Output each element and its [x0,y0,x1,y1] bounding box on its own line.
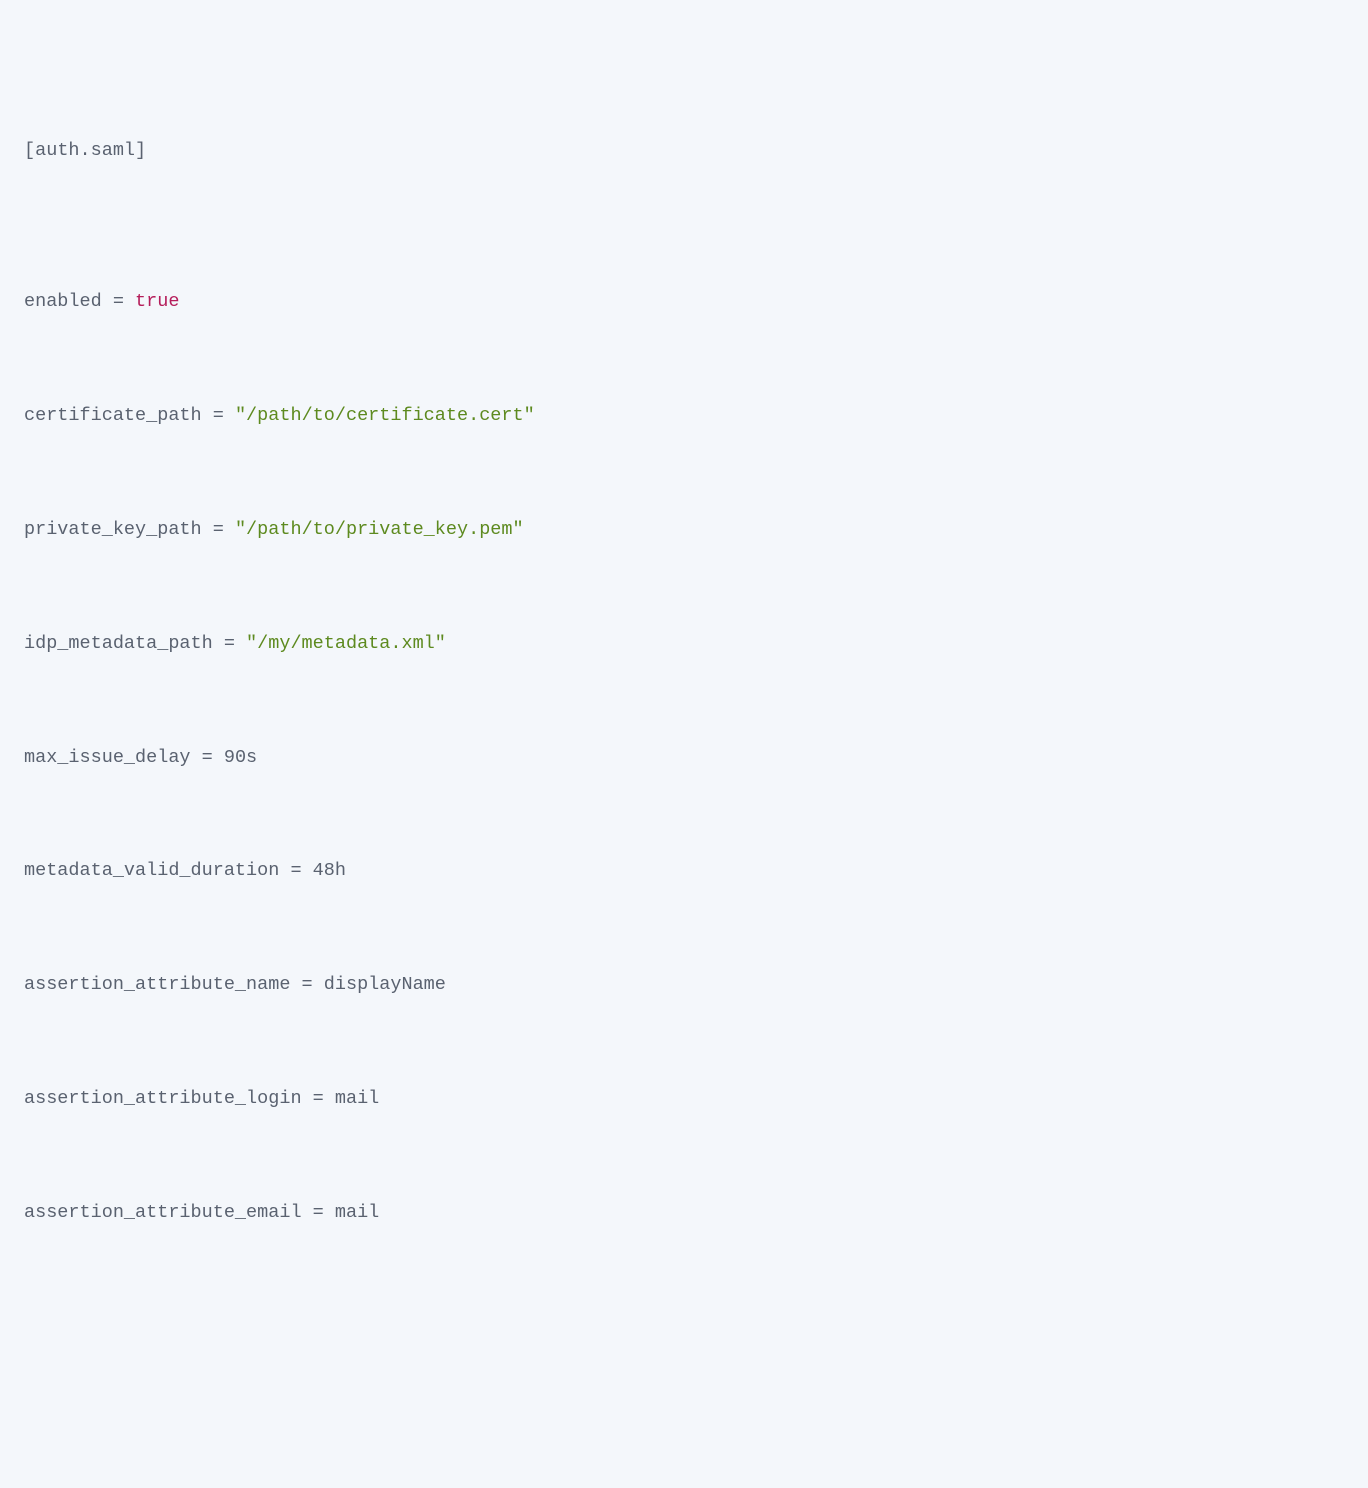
equals: = [279,860,312,881]
equals: = [290,974,323,995]
config-key: assertion_attribute_name [24,974,290,995]
config-line: enabled = true [10,283,1358,321]
config-line: idp_metadata_path = "/my/metadata.xml" [10,625,1358,663]
equals: = [102,291,135,312]
config-line: private_key_path = "/path/to/private_key… [10,511,1358,549]
config-key: private_key_path [24,519,202,540]
config-line: assertion_attribute_email = mail [10,1194,1358,1232]
equals: = [302,1202,335,1223]
blank-line [10,1345,1358,1378]
config-key: enabled [24,291,102,312]
config-key: certificate_path [24,405,202,426]
section-name: auth.saml [35,140,135,161]
config-key: max_issue_delay [24,747,191,768]
config-value: displayName [324,974,446,995]
config-value: 48h [313,860,346,881]
config-key: metadata_valid_duration [24,860,279,881]
config-line: assertion_attribute_name = displayName [10,966,1358,1004]
config-value: mail [335,1202,379,1223]
config-line: max_issue_delay = 90s [10,739,1358,777]
config-line: assertion_attribute_login = mail [10,1080,1358,1118]
equals: = [213,633,246,654]
config-line: certificate_path = "/path/to/certificate… [10,397,1358,435]
section-header-line: [auth.saml] [10,132,1358,170]
config-value: true [135,291,179,312]
bracket-open: [ [24,140,35,161]
config-value: "/my/metadata.xml" [246,633,446,654]
config-value: mail [335,1088,379,1109]
config-line: metadata_valid_duration = 48h [10,852,1358,890]
config-value: "/path/to/certificate.cert" [235,405,535,426]
config-value: 90s [224,747,257,768]
config-key: idp_metadata_path [24,633,213,654]
equals: = [202,519,235,540]
equals: = [202,405,235,426]
bracket-close: ] [135,140,146,161]
equals: = [302,1088,335,1109]
equals: = [191,747,224,768]
config-key: assertion_attribute_email [24,1202,302,1223]
config-key: assertion_attribute_login [24,1088,302,1109]
code-snippet-page: [auth.saml] enabled = true certificate_p… [0,0,1368,1488]
code-block: [auth.saml] enabled = true certificate_p… [10,18,1358,1488]
config-value: "/path/to/private_key.pem" [235,519,524,540]
